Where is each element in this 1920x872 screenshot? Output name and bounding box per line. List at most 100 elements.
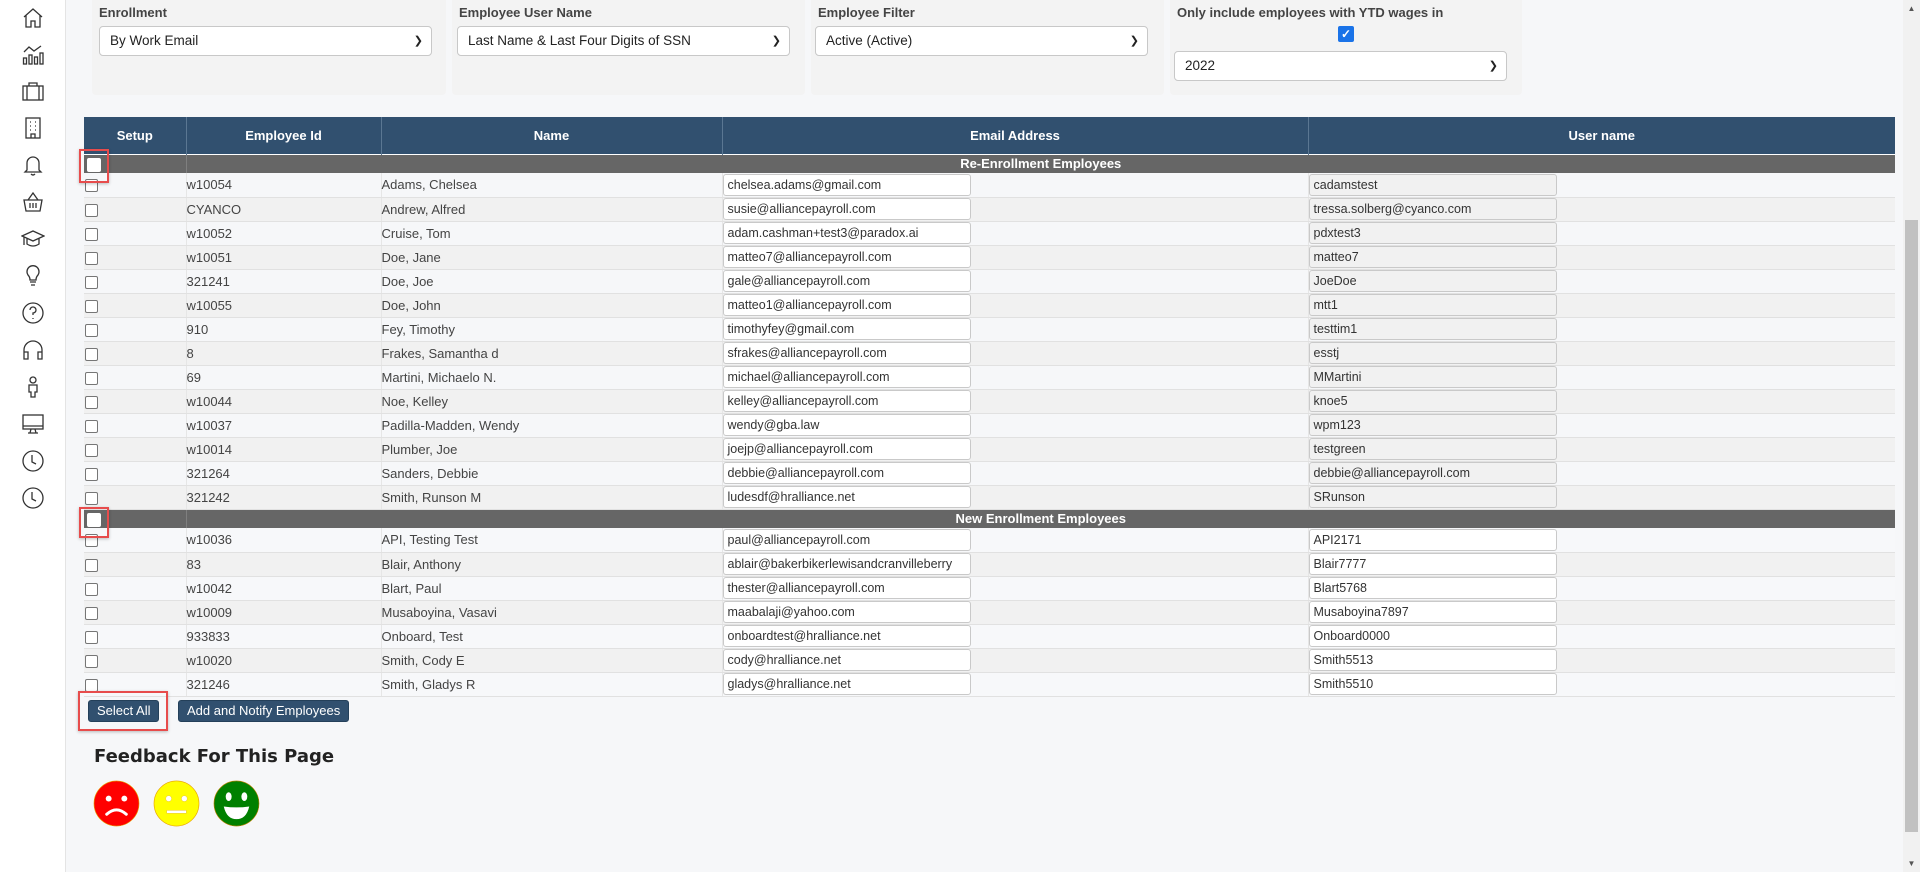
clock-icon[interactable] [20, 485, 46, 511]
row-checkbox[interactable] [85, 251, 98, 265]
column-header-employee-id[interactable]: Employee Id [186, 117, 382, 154]
email-input[interactable]: gale@alliancepayroll.com [722, 270, 971, 292]
column-header-email[interactable]: Email Address [722, 117, 1309, 154]
email-input[interactable]: ablair@bakerbikerlewisandcranvilleberry [722, 553, 971, 575]
bell-icon[interactable] [20, 152, 46, 178]
username-input[interactable]: MMartini [1308, 366, 1557, 388]
username-input[interactable]: Blair7777 [1308, 553, 1557, 575]
select-all-button[interactable]: Select All [88, 700, 160, 722]
row-checkbox[interactable] [85, 443, 98, 457]
email-input[interactable]: debbie@alliancepayroll.com [722, 462, 971, 484]
row-checkbox[interactable] [85, 419, 98, 433]
row-checkbox[interactable] [85, 179, 98, 193]
username-input[interactable]: debbie@alliancepayroll.com [1308, 462, 1557, 484]
headset-icon[interactable] [20, 337, 46, 363]
email-input[interactable]: matteo7@alliancepayroll.com [722, 246, 971, 268]
home-icon[interactable] [20, 5, 46, 31]
employee-id: w10042 [186, 576, 382, 601]
help-icon[interactable] [20, 300, 46, 326]
column-header-username[interactable]: User name [1308, 117, 1895, 154]
scroll-up-arrow-icon[interactable]: ▲ [1903, 0, 1920, 17]
row-checkbox[interactable] [85, 467, 98, 481]
email-input[interactable]: gladys@hralliance.net [722, 673, 971, 695]
user-name-select[interactable]: Last Name & Last Four Digits of SSN ❯ [457, 26, 790, 56]
username-input[interactable]: Musaboyina7897 [1308, 601, 1557, 623]
row-checkbox[interactable] [85, 323, 98, 337]
username-input[interactable]: Smith5510 [1308, 673, 1557, 695]
briefcase-icon[interactable] [20, 78, 46, 104]
clock-icon[interactable] [20, 448, 46, 474]
row-checkbox[interactable] [85, 299, 98, 313]
employee-name: Martini, Michaelo N. [381, 365, 723, 390]
username-input[interactable]: SRunson [1308, 486, 1557, 508]
basket-icon[interactable] [20, 189, 46, 215]
email-input[interactable]: joejp@alliancepayroll.com [722, 438, 971, 460]
row-checkbox[interactable] [85, 371, 98, 385]
row-checkbox[interactable] [85, 582, 98, 596]
row-checkbox[interactable] [85, 606, 98, 620]
email-input[interactable]: timothyfey@gmail.com [722, 318, 971, 340]
row-checkbox[interactable] [85, 203, 98, 217]
employee-filter-select[interactable]: Active (Active) ❯ [815, 26, 1148, 56]
column-header-setup[interactable]: Setup [84, 117, 187, 154]
row-checkbox[interactable] [85, 275, 98, 289]
row-checkbox[interactable] [85, 347, 98, 361]
username-input[interactable]: wpm123 [1308, 414, 1557, 436]
username-input[interactable]: API2171 [1308, 528, 1557, 551]
scrollbar-thumb[interactable] [1905, 220, 1918, 832]
enrollment-select[interactable]: By Work Email ❯ [99, 26, 432, 56]
analytics-icon[interactable] [20, 42, 46, 68]
email-input[interactable]: cody@hralliance.net [722, 649, 971, 671]
vertical-scrollbar[interactable]: ▲ ▼ [1903, 0, 1920, 872]
group-select-checkbox[interactable] [87, 157, 101, 172]
column-header-name[interactable]: Name [381, 117, 723, 154]
email-input[interactable]: susie@alliancepayroll.com [722, 198, 971, 220]
email-input[interactable]: adam.cashman+test3@paradox.ai [722, 222, 971, 244]
row-checkbox[interactable] [85, 678, 98, 692]
ytd-year-select[interactable]: 2022 ❯ [1174, 51, 1507, 81]
username-input[interactable]: mtt1 [1308, 294, 1557, 316]
username-input[interactable]: pdxtest3 [1308, 222, 1557, 244]
email-input[interactable]: chelsea.adams@gmail.com [722, 173, 971, 196]
email-input[interactable]: paul@alliancepayroll.com [722, 528, 971, 551]
username-input[interactable]: cadamstest [1308, 173, 1557, 196]
row-checkbox[interactable] [85, 654, 98, 668]
username-input[interactable]: Blart5768 [1308, 577, 1557, 599]
row-checkbox[interactable] [85, 534, 98, 548]
username-input[interactable]: tressa.solberg@cyanco.com [1308, 198, 1557, 220]
scroll-down-arrow-icon[interactable]: ▼ [1903, 855, 1920, 872]
happy-face-icon[interactable] [213, 780, 260, 827]
username-input[interactable]: JoeDoe [1308, 270, 1557, 292]
username-input[interactable]: matteo7 [1308, 246, 1557, 268]
email-input[interactable]: sfrakes@alliancepayroll.com [722, 342, 971, 364]
person-icon[interactable] [20, 374, 46, 400]
username-input[interactable]: Smith5513 [1308, 649, 1557, 671]
email-input[interactable]: ludesdf@hralliance.net [722, 486, 971, 508]
lightbulb-icon[interactable] [20, 263, 46, 289]
username-input[interactable]: knoe5 [1308, 390, 1557, 412]
username-input[interactable]: testtim1 [1308, 318, 1557, 340]
sad-face-icon[interactable] [93, 780, 140, 827]
row-checkbox[interactable] [85, 630, 98, 644]
email-input[interactable]: maabalaji@yahoo.com [722, 601, 971, 623]
email-input[interactable]: matteo1@alliancepayroll.com [722, 294, 971, 316]
ytd-checkbox[interactable]: ✓ [1338, 26, 1354, 42]
graduation-cap-icon[interactable] [20, 226, 46, 252]
group-select-checkbox[interactable] [87, 512, 101, 527]
email-input[interactable]: michael@alliancepayroll.com [722, 366, 971, 388]
row-checkbox[interactable] [85, 227, 98, 241]
email-input[interactable]: wendy@gba.law [722, 414, 971, 436]
row-checkbox[interactable] [85, 558, 98, 572]
row-checkbox[interactable] [85, 491, 98, 505]
add-notify-employees-button[interactable]: Add and Notify Employees [178, 700, 350, 722]
username-input[interactable]: Onboard0000 [1308, 625, 1557, 647]
building-icon[interactable] [20, 115, 46, 141]
username-input[interactable]: testgreen [1308, 438, 1557, 460]
username-input[interactable]: esstj [1308, 342, 1557, 364]
monitor-icon[interactable] [20, 411, 46, 437]
email-input[interactable]: kelley@alliancepayroll.com [722, 390, 971, 412]
email-input[interactable]: thester@alliancepayroll.com [722, 577, 971, 599]
neutral-face-icon[interactable] [153, 780, 200, 827]
email-input[interactable]: onboardtest@hralliance.net [722, 625, 971, 647]
row-checkbox[interactable] [85, 395, 98, 409]
